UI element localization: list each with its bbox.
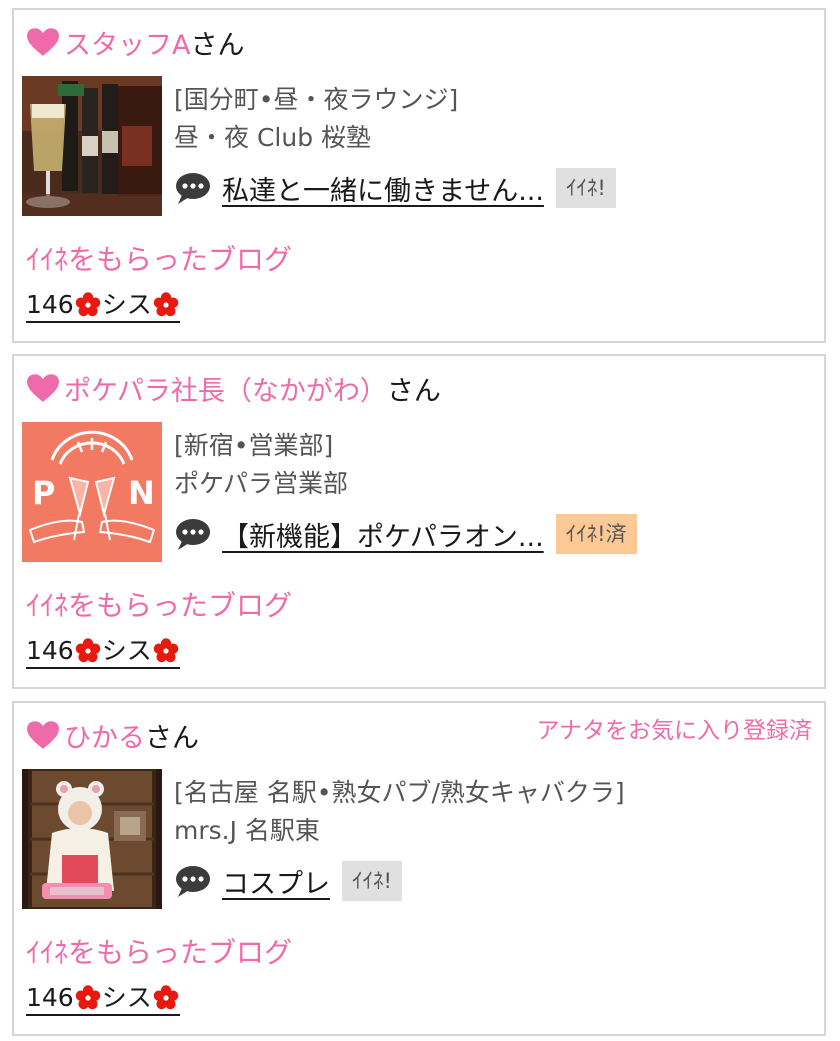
section-heading: ｲｲﾈをもらったブログ [26,589,293,622]
heart-icon [26,720,60,750]
iine-button[interactable]: ｲｲﾈ! [342,861,402,901]
flower-icon [153,638,179,664]
blog-title-link[interactable]: 私達と一緒に働きません... [222,169,544,208]
user-name-link[interactable]: ポケパラ社長（なかがわ） [64,369,387,408]
count-label: シス [101,636,152,665]
flower-icon [75,985,101,1011]
shop-category: [新宿•営業部] [174,431,334,460]
count-number: 146 [26,636,74,665]
speech-bubble-icon [174,171,212,205]
shop-category: [名古屋 名駅•熟女パブ/熟女キャバクラ] [174,778,625,807]
shop-name: ポケパラ営業部 [174,469,349,498]
section-heading: ｲｲﾈをもらったブログ [26,243,293,276]
card-header: スタッフA さん [26,22,244,62]
girls-count-link[interactable]: 146 シス [26,290,180,323]
girls-count-link[interactable]: 146 シス [26,636,180,669]
card-header: ひかる さん [26,715,199,755]
count-label: シス [101,290,152,319]
blog-row: 【新機能】ポケパラオン... ｲｲﾈ!済 [174,514,637,554]
section-heading: ｲｲﾈをもらったブログ [26,936,293,969]
speech-bubble-icon [174,517,212,551]
iine-done-button[interactable]: ｲｲﾈ!済 [555,514,637,554]
iine-button[interactable]: ｲｲﾈ! [555,168,616,208]
favorite-status: アナタをお気に入り登録済 [536,718,812,744]
heart-icon [26,27,60,57]
blog-thumbnail[interactable]: P N [22,422,162,562]
user-name-link[interactable]: ひかる [64,716,145,755]
blog-row: コスプレ ｲｲﾈ! [174,861,402,901]
card-header: ポケパラ社長（なかがわ） さん [26,368,441,408]
pokepara-logo-image: P N [22,422,162,562]
count-number: 146 [26,983,74,1012]
blog-title-link[interactable]: コスプレ [222,862,330,901]
flower-icon [153,292,179,318]
shop-name: mrs.J 名駅東 [174,816,320,845]
user-card[interactable]: ポケパラ社長（なかがわ） さん P N [新宿•営業部] ポケパラ営業部 【新機… [12,354,826,689]
speech-bubble-icon [174,864,212,898]
user-card[interactable]: ひかる さん アナタをお気に入り登録済 [名古屋 名駅•熟女パブ/熟女キャバクラ… [12,701,826,1036]
flower-icon [75,638,101,664]
heart-icon [26,373,60,403]
user-name-link[interactable]: スタッフA [64,23,190,62]
logo-letter-n: N [128,474,155,512]
blog-thumbnail[interactable] [22,76,162,216]
flower-icon [75,292,101,318]
logo-letter-p: P [32,474,55,512]
honorific: さん [190,29,245,61]
user-card[interactable]: スタッフA さん [国分町•昼・夜ラウンジ] 昼・夜 Club 桜塾 私達と一緒… [12,8,826,343]
shop-name: 昼・夜 Club 桜塾 [174,123,372,152]
blog-row: 私達と一緒に働きません... ｲｲﾈ! [174,168,616,208]
cosplay-photo-image [22,769,162,909]
flower-icon [153,985,179,1011]
bar-photo-image [22,76,162,216]
blog-thumbnail[interactable] [22,769,162,909]
girls-count-link[interactable]: 146 シス [26,983,180,1016]
blog-title-link[interactable]: 【新機能】ポケパラオン... [222,515,544,554]
count-number: 146 [26,290,74,319]
honorific: さん [145,722,199,754]
count-label: シス [101,983,152,1012]
shop-category: [国分町•昼・夜ラウンジ] [174,85,459,114]
honorific: さん [386,375,441,407]
